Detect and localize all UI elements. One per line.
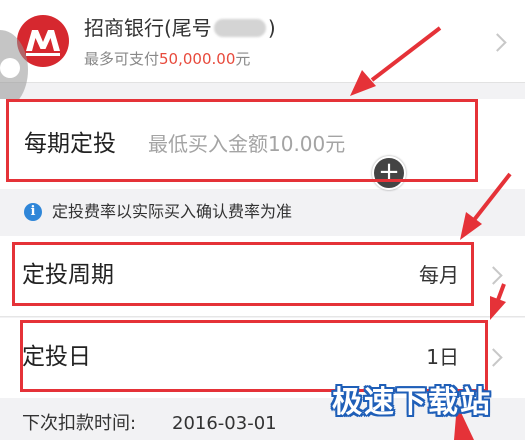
bank-name-suffix: ) <box>267 16 276 40</box>
limit-amount: 50,000.00 <box>159 50 236 68</box>
period-value: 每月 <box>419 263 459 287</box>
notice-text: 定投费率以实际买入确认费率为准 <box>52 202 293 221</box>
watermark: 极速下载站 <box>332 385 492 420</box>
bank-card-row[interactable]: 招商银行(尾号) 最多可支付50,000.00元 <box>0 0 525 83</box>
info-icon: i <box>24 203 42 221</box>
masked-card-number <box>213 18 266 37</box>
page: 招商银行(尾号) 最多可支付50,000.00元 每期定投 最低买入金额10.0… <box>0 0 525 440</box>
period-label: 定投周期 <box>22 262 114 288</box>
chevron-right-icon <box>488 33 507 52</box>
limit-unit: 元 <box>235 50 251 68</box>
chevron-right-icon <box>484 348 503 367</box>
bank-payment-limit: 最多可支付50,000.00元 <box>84 48 250 70</box>
amount-label: 每期定投 <box>24 131 116 157</box>
next-deduction-date: 2016-03-01 <box>172 413 277 434</box>
plus-button[interactable]: + <box>372 156 406 190</box>
amount-row[interactable]: 每期定投 最低买入金额10.00元 <box>0 99 525 189</box>
period-row[interactable]: 定投周期 每月 <box>0 236 525 317</box>
limit-prefix: 最多可支付 <box>84 50 160 68</box>
bank-name-prefix: 招商银行(尾号 <box>84 16 212 40</box>
day-value: 1日 <box>426 345 459 369</box>
bank-name: 招商银行(尾号) <box>84 14 276 42</box>
amount-input[interactable]: 最低买入金额10.00元 <box>148 129 345 159</box>
day-label: 定投日 <box>22 344 91 370</box>
fee-notice: i 定投费率以实际买入确认费率为准 <box>0 189 525 235</box>
chevron-right-icon <box>484 266 503 285</box>
next-deduction-label: 下次扣款时间: <box>22 413 137 434</box>
